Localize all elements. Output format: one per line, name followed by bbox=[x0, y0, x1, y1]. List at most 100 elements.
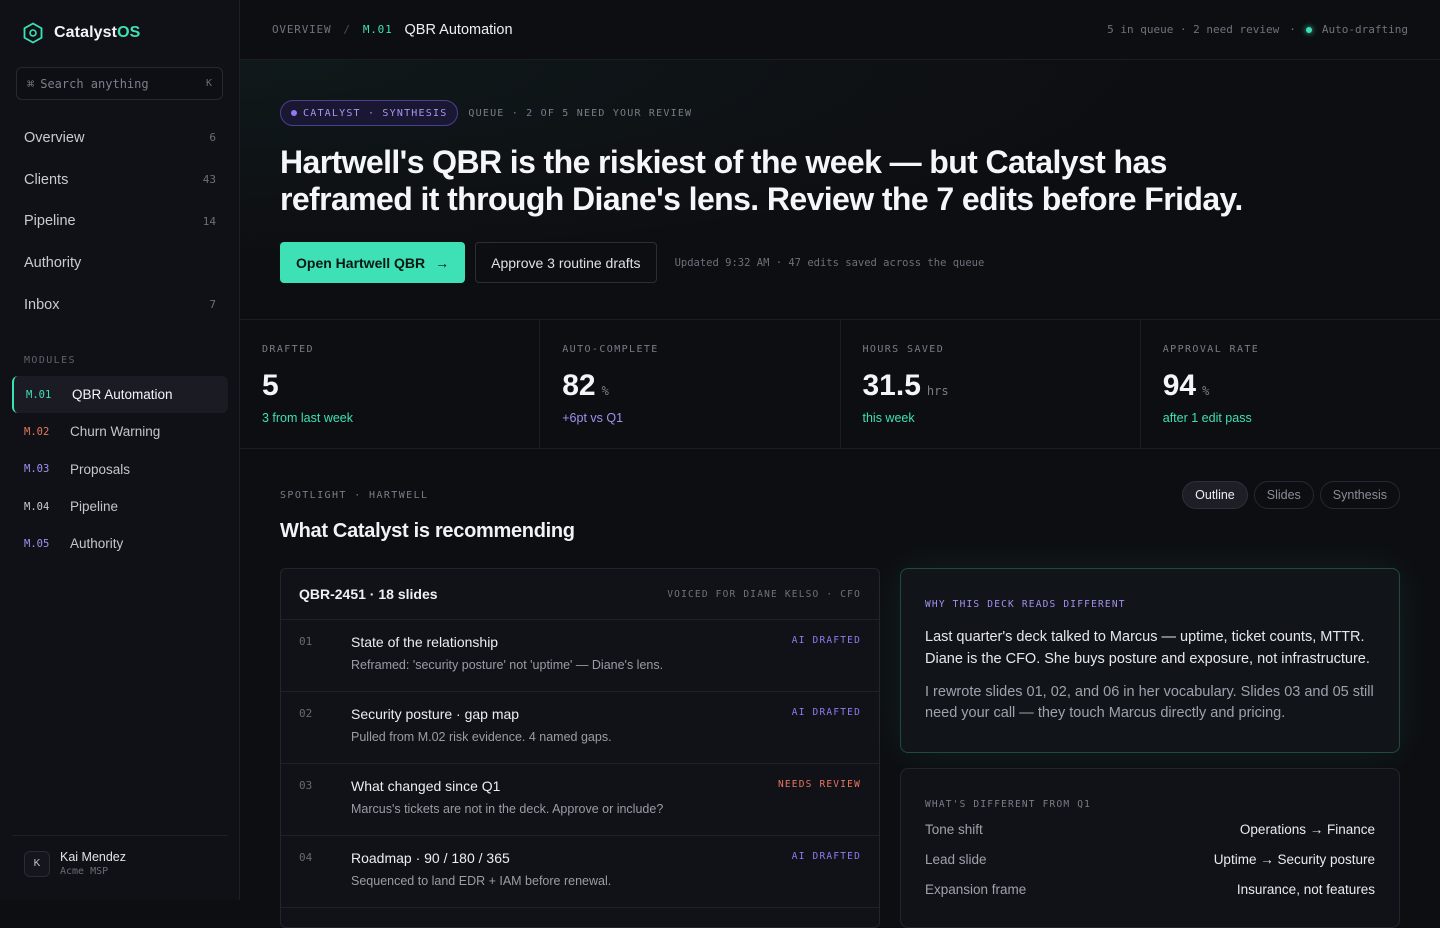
diff-key: Expansion frame bbox=[925, 882, 1027, 897]
open-qbr-button[interactable]: Open Hartwell QBR → bbox=[280, 242, 466, 283]
tab-synthesis[interactable]: Synthesis bbox=[1319, 481, 1400, 509]
stat-label: DRAFTED bbox=[262, 344, 314, 355]
diff-value: Operations → Finance bbox=[1239, 822, 1375, 837]
module-code: M.05 bbox=[24, 537, 50, 550]
status-badge: AI DRAFTED bbox=[791, 851, 861, 862]
outline-row[interactable]: 04 Roadmap · 90 / 180 / 365 Sequenced to… bbox=[281, 836, 879, 908]
module-code: M.03 bbox=[24, 463, 50, 476]
nav-item-inbox[interactable]: Inbox 7 bbox=[12, 284, 228, 326]
auto-drafting-status: Auto-drafting bbox=[1321, 23, 1408, 36]
stat-label: APPROVAL RATE bbox=[1162, 344, 1260, 355]
view-switcher: Outline Slides Synthesis bbox=[1182, 481, 1400, 509]
hero-tags: CATALYST · SYNTHESIS QUEUE · 2 OF 5 NEED… bbox=[280, 100, 692, 126]
stat-label: HOURS SAVED bbox=[862, 344, 945, 355]
status-separator: · bbox=[1289, 23, 1296, 36]
nav-item-clients[interactable]: Clients 43 bbox=[12, 159, 228, 201]
slide-number: 03 bbox=[299, 779, 313, 792]
module-churn-warning[interactable]: M.02 Churn Warning bbox=[12, 413, 228, 450]
search-icon: ⌘ bbox=[27, 76, 35, 91]
module-code: M.01 bbox=[26, 388, 52, 401]
nav-count: 43 bbox=[202, 173, 216, 187]
status-badge: AI DRAFTED bbox=[791, 707, 861, 718]
diff-card: WHAT'S DIFFERENT FROM Q1 Tone shift Opera… bbox=[900, 768, 1400, 928]
why-paragraph: Last quarter's deck talked to Marcus — u… bbox=[925, 629, 1370, 667]
queue-note: QUEUE · 2 OF 5 NEED YOUR REVIEW bbox=[468, 107, 693, 119]
brand[interactable]: CatalystOS bbox=[22, 22, 140, 44]
hero-actions: Open Hartwell QBR → Approve 3 routine dra… bbox=[280, 242, 984, 283]
queue-status: 5 in queue · 2 need review · Auto-drafti… bbox=[1107, 23, 1408, 36]
outline-row[interactable]: 01 State of the relationship Reframed: '… bbox=[281, 620, 879, 692]
page-title: QBR Automation bbox=[404, 21, 513, 38]
deck-voice: VOICED FOR DIANE KELSO · CFO bbox=[667, 588, 861, 600]
diff-row: Lead slide Uptime → Security posture bbox=[925, 852, 1375, 870]
arrow-right-icon: → bbox=[435, 254, 450, 271]
nav-item-authority[interactable]: Authority bbox=[12, 242, 228, 284]
search-shortcut: K bbox=[205, 78, 212, 89]
search-placeholder: Search anything bbox=[40, 76, 149, 91]
module-pipeline[interactable]: M.04 Pipeline bbox=[12, 488, 228, 525]
nav-count: 14 bbox=[202, 214, 216, 228]
stat-sub: +6pt vs Q1 bbox=[562, 411, 624, 425]
slide-title: State of the relationship bbox=[351, 634, 499, 650]
user-name: Kai Mendez bbox=[60, 850, 127, 864]
stat-hours-saved: HOURS SAVED 31.5 hrs this week bbox=[841, 320, 1141, 448]
breadcrumb: OVERVIEW / M.01 QBR Automation bbox=[272, 22, 513, 38]
stat-drafted: DRAFTED 5 3 from last week bbox=[240, 320, 541, 448]
hexagon-logo-icon bbox=[23, 22, 43, 44]
slide-number: 01 bbox=[299, 635, 313, 648]
why-card: WHY THIS DECK READS DIFFERENT Last quart… bbox=[900, 568, 1400, 753]
stat-value: 31.5 hrs bbox=[862, 369, 949, 402]
breadcrumb-root[interactable]: OVERVIEW bbox=[272, 23, 331, 36]
modules-list: M.01 QBR Automation M.02 Churn Warning M.0… bbox=[12, 376, 228, 562]
diff-value: Uptime → Security posture bbox=[1213, 852, 1375, 867]
spotlight-label: SPOTLIGHT · HARTWELL bbox=[280, 490, 429, 501]
hero-headline: Hartwell's QBR is the riskiest of the we… bbox=[280, 144, 1243, 217]
nav-item-overview[interactable]: Overview 6 bbox=[12, 117, 228, 159]
module-code: M.02 bbox=[24, 425, 50, 438]
tab-outline[interactable]: Outline bbox=[1182, 481, 1248, 509]
module-proposals[interactable]: M.03 Proposals bbox=[12, 451, 228, 488]
stat-value: 5 bbox=[262, 369, 279, 402]
sidebar: CatalystOS ⌘ Search anything K Overview 6… bbox=[0, 0, 240, 900]
slide-description: Sequenced to land EDR + IAM before renew… bbox=[351, 874, 612, 888]
avatar: K bbox=[24, 850, 50, 877]
slide-number: 04 bbox=[299, 851, 313, 864]
module-qbr-automation[interactable]: M.01 QBR Automation bbox=[12, 376, 228, 414]
stat-sub: after 1 edit pass bbox=[1162, 411, 1252, 425]
main-content: OVERVIEW / M.01 QBR Automation 5 in queu… bbox=[240, 0, 1440, 928]
tab-slides[interactable]: Slides bbox=[1253, 481, 1314, 509]
outline-row[interactable]: 02 Security posture · gap map Pulled fro… bbox=[281, 692, 879, 764]
breadcrumb-module-code: M.01 bbox=[362, 23, 393, 36]
spotlight-title: What Catalyst is recommending bbox=[280, 520, 575, 542]
app-name: CatalystOS bbox=[54, 24, 141, 41]
stat-approval-rate: APPROVAL RATE 94% after 1 edit pass bbox=[1141, 320, 1440, 448]
topbar: OVERVIEW / M.01 QBR Automation 5 in queu… bbox=[240, 0, 1440, 60]
user-profile[interactable]: K Kai Mendez Acme MSP bbox=[12, 835, 228, 877]
diff-value: Insurance, not features bbox=[1236, 882, 1375, 897]
stat-sub: this week bbox=[862, 411, 915, 425]
approve-drafts-button[interactable]: Approve 3 routine drafts bbox=[475, 242, 657, 283]
stats-row: DRAFTED 5 3 from last week AUTO-COMPLETE… bbox=[240, 320, 1440, 449]
diff-row: Tone shift Operations → Finance bbox=[925, 822, 1375, 840]
live-dot-icon bbox=[1305, 26, 1312, 33]
slide-description: Pulled from M.02 risk evidence. 4 named … bbox=[351, 730, 612, 744]
stat-value: 94% bbox=[1162, 369, 1210, 402]
stat-label: AUTO-COMPLETE bbox=[562, 344, 659, 355]
primary-nav: Overview 6 Clients 43 Pipeline 14 Authority… bbox=[12, 117, 228, 325]
outline-row[interactable]: 03 What changed since Q1 Marcus's ticket… bbox=[281, 764, 879, 836]
slide-title: Roadmap · 90 / 180 / 365 bbox=[351, 850, 510, 866]
status-badge: NEEDS REVIEW bbox=[777, 779, 861, 790]
module-authority[interactable]: M.05 Authority bbox=[12, 525, 228, 562]
synthesis-badge: CATALYST · SYNTHESIS bbox=[280, 100, 459, 126]
outline-header: QBR-2451 · 18 slides VOICED FOR DIANE KE… bbox=[281, 569, 879, 620]
slide-description: Marcus's tickets are not in the deck. Ap… bbox=[351, 802, 664, 816]
stat-sub: 3 from last week bbox=[262, 411, 354, 425]
modules-heading: MODULES bbox=[24, 355, 76, 366]
nav-item-pipeline[interactable]: Pipeline 14 bbox=[12, 200, 228, 242]
updated-note: Updated 9:32 AM · 47 edits saved across … bbox=[674, 256, 985, 269]
module-code: M.04 bbox=[24, 500, 50, 513]
search-input[interactable]: ⌘ Search anything K bbox=[16, 67, 223, 100]
status-badge: AI DRAFTED bbox=[791, 635, 861, 646]
hero: CATALYST · SYNTHESIS QUEUE · 2 OF 5 NEED… bbox=[240, 60, 1440, 320]
breadcrumb-separator: / bbox=[343, 23, 351, 36]
